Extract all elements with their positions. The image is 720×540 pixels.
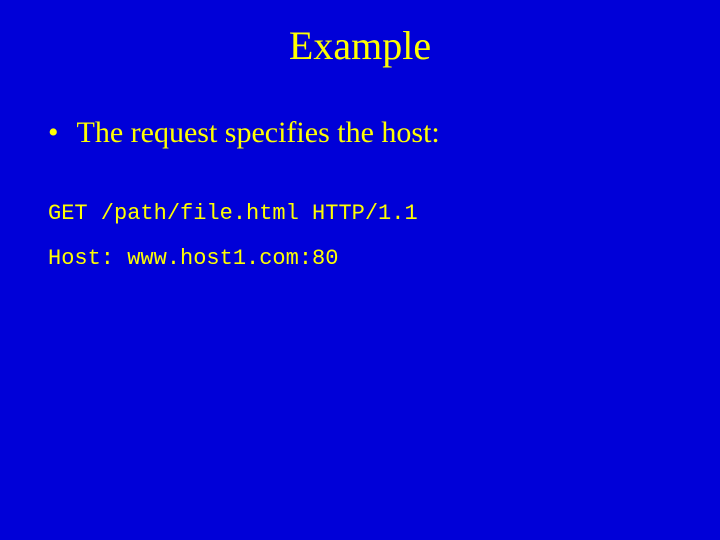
bullet-marker: •	[48, 115, 77, 151]
code-line-2: Host: www.host1.com:80	[48, 246, 720, 271]
slide: Example • The request specifies the host…	[0, 0, 720, 540]
bullet-text: The request specifies the host:	[77, 115, 440, 151]
slide-title: Example	[0, 0, 720, 89]
bullet-item: • The request specifies the host:	[48, 115, 720, 151]
slide-content: • The request specifies the host:	[0, 89, 720, 151]
code-block: GET /path/file.html HTTP/1.1 Host: www.h…	[0, 151, 720, 271]
code-line-1: GET /path/file.html HTTP/1.1	[48, 201, 720, 226]
